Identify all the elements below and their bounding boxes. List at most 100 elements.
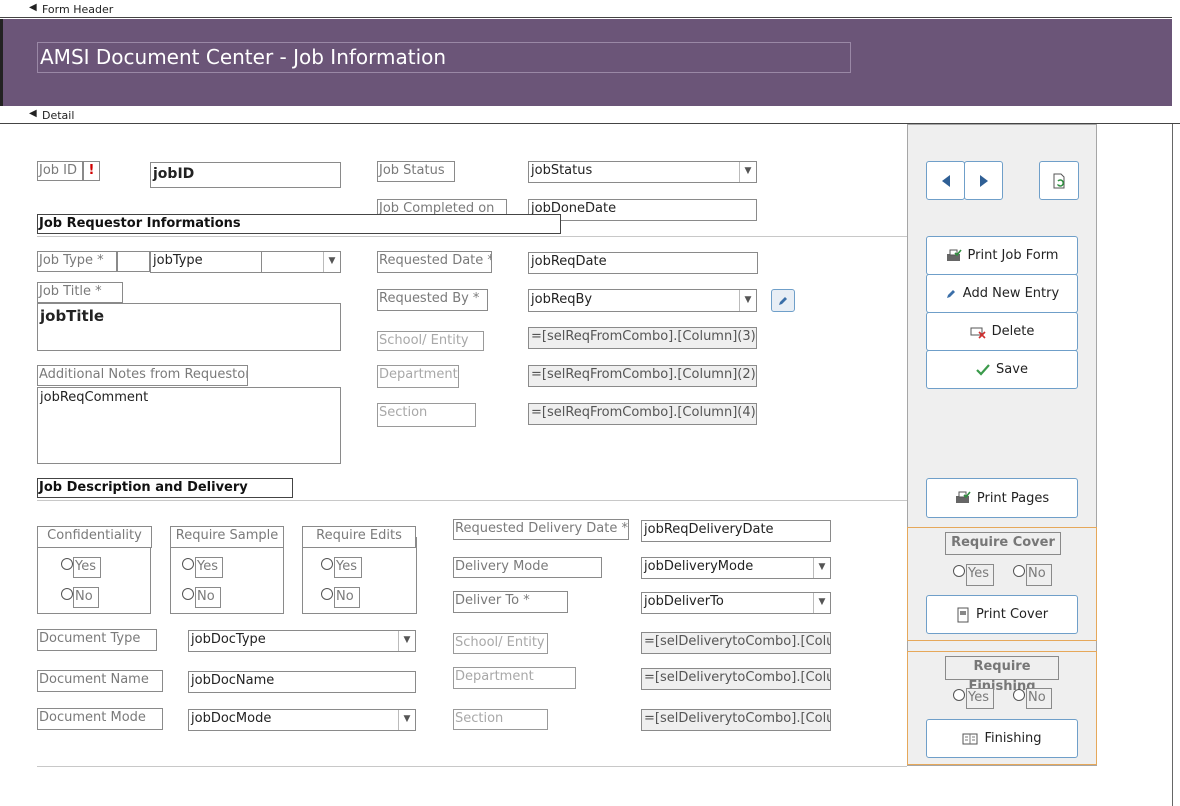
save-button[interactable]: Save [926, 350, 1078, 389]
delivery-school-entity-value: =[selDeliverytoCombo].[Colun [641, 632, 831, 654]
job-id-label: Job ID [37, 161, 83, 181]
yes-label: Yes [195, 557, 223, 578]
yes-label: Yes [73, 557, 101, 578]
job-doc-type-combo[interactable]: jobDocType ▼ [188, 630, 416, 652]
job-delivery-mode-value: jobDeliveryMode [644, 559, 754, 574]
next-record-button[interactable] [964, 161, 1003, 200]
require-edits-yes-radio[interactable] [321, 558, 333, 570]
divider [37, 236, 907, 237]
requestor-heading: Job Requestor Informations [37, 214, 561, 234]
job-type-combo[interactable]: jobType ▼ [150, 251, 341, 273]
section-arrow-icon: ◀ [29, 108, 37, 119]
no-label: No [73, 587, 99, 608]
require-edits-label: Require Edits [302, 526, 416, 548]
book-icon [962, 733, 978, 744]
require-finishing-yes-radio[interactable] [953, 689, 965, 701]
add-new-entry-button[interactable]: Add New Entry [926, 274, 1078, 313]
job-type-value: jobType [153, 253, 203, 268]
delivery-section-label: Section [453, 709, 548, 730]
require-sample-group [170, 537, 284, 614]
no-label: No [1026, 688, 1052, 709]
print-pages-button[interactable]: Print Pages [926, 478, 1078, 518]
page-title[interactable]: AMSI Document Center - Job Information [37, 42, 851, 73]
job-doc-mode-combo[interactable]: jobDocMode ▼ [188, 709, 416, 731]
print-cover-label: Print Cover [975, 607, 1049, 622]
requested-by-label: Requested By * [377, 289, 488, 311]
chevron-down-icon[interactable]: ▼ [398, 710, 415, 730]
refresh-button[interactable] [1039, 161, 1079, 200]
pencil-icon [946, 289, 955, 298]
job-req-date-field[interactable]: jobReqDate [528, 252, 758, 274]
require-finishing-label: Require Finishing [945, 656, 1059, 694]
requested-delivery-label: Requested Delivery Date * [453, 519, 629, 540]
document-icon [957, 607, 969, 622]
require-sample-yes-radio[interactable] [182, 558, 194, 570]
edit-requestor-button[interactable] [771, 289, 795, 312]
school-entity-label: School/ Entity [377, 331, 484, 351]
finishing-button[interactable]: Finishing [926, 719, 1078, 758]
confidentiality-label: Confidentiality [37, 526, 152, 548]
job-req-comment-field[interactable]: jobReqComment [37, 387, 341, 464]
chevron-down-icon[interactable]: ▼ [398, 631, 415, 651]
refresh-document-icon [1053, 173, 1065, 188]
job-id-field[interactable]: jobID [150, 162, 341, 188]
job-req-by-value: jobReqBy [531, 292, 593, 307]
require-sample-no-radio[interactable] [182, 588, 194, 600]
job-doc-name-field[interactable]: jobDocName [188, 671, 416, 693]
printer-check-icon [946, 249, 962, 261]
delete-button[interactable]: Delete [926, 312, 1078, 351]
form-right-edge [1172, 124, 1173, 806]
job-deliver-to-combo[interactable]: jobDeliverTo ▼ [641, 592, 831, 614]
document-type-label: Document Type [37, 629, 157, 651]
require-cover-label: Require Cover [945, 532, 1061, 555]
delivery-department-label: Department [453, 667, 576, 689]
detail-bar: ◀ Detail [0, 106, 1180, 124]
chevron-down-icon[interactable]: ▼ [739, 290, 756, 311]
job-status-combo[interactable]: jobStatus ▼ [528, 161, 757, 183]
job-title-field[interactable]: jobTitle [37, 303, 341, 351]
print-job-form-label: Print Job Form [967, 248, 1059, 263]
require-edits-no-radio[interactable] [321, 588, 333, 600]
print-job-form-button[interactable]: Print Job Form [926, 236, 1078, 275]
pencil-icon [779, 296, 787, 305]
delivery-section-value: =[selDeliverytoCombo].[Colun [641, 709, 831, 731]
divider [37, 500, 907, 501]
department-label: Department [377, 365, 459, 388]
require-finishing-no-radio[interactable] [1013, 689, 1025, 701]
chevron-down-icon[interactable]: ▼ [323, 252, 340, 272]
yes-label: Yes [334, 557, 362, 578]
save-label: Save [996, 362, 1028, 377]
document-mode-label: Document Mode [37, 708, 163, 730]
job-status-label: Job Status [377, 161, 455, 182]
section-value: =[selReqFromCombo].[Column](4) [528, 403, 757, 425]
form-header-bar: ◀ Form Header [0, 0, 1172, 18]
section-label: Section [377, 403, 476, 427]
additional-notes-label: Additional Notes from Requestor [37, 365, 248, 386]
chevron-down-icon[interactable]: ▼ [739, 162, 756, 182]
department-value: =[selReqFromCombo].[Column](2) [528, 365, 757, 387]
yes-label: Yes [966, 688, 994, 709]
document-name-label: Document Name [37, 670, 163, 692]
previous-record-button[interactable] [926, 161, 965, 200]
description-heading: Job Description and Delivery [37, 478, 293, 498]
confidentiality-no-radio[interactable] [61, 588, 73, 600]
require-cover-no-radio[interactable] [1013, 565, 1025, 577]
job-done-date-field[interactable]: jobDoneDate [528, 199, 757, 221]
chevron-down-icon[interactable]: ▼ [813, 593, 830, 613]
finishing-label: Finishing [984, 731, 1042, 746]
job-doc-type-value: jobDocType [191, 632, 266, 647]
require-cover-yes-radio[interactable] [953, 565, 965, 577]
add-new-entry-label: Add New Entry [962, 286, 1060, 301]
print-cover-button[interactable]: Print Cover [926, 595, 1078, 634]
delete-record-icon [970, 327, 986, 339]
confidentiality-yes-radio[interactable] [61, 558, 73, 570]
job-req-delivery-date-field[interactable]: jobReqDeliveryDate [641, 520, 831, 542]
chevron-down-icon[interactable]: ▼ [813, 558, 830, 578]
job-delivery-mode-combo[interactable]: jobDeliveryMode ▼ [641, 557, 831, 579]
deliver-to-label: Deliver To * [453, 591, 568, 613]
job-req-by-combo[interactable]: jobReqBy ▼ [528, 289, 757, 312]
form-header-label: Form Header [42, 3, 114, 16]
no-label: No [334, 587, 360, 608]
divider [37, 766, 907, 767]
section-arrow-icon: ◀ [29, 2, 37, 13]
